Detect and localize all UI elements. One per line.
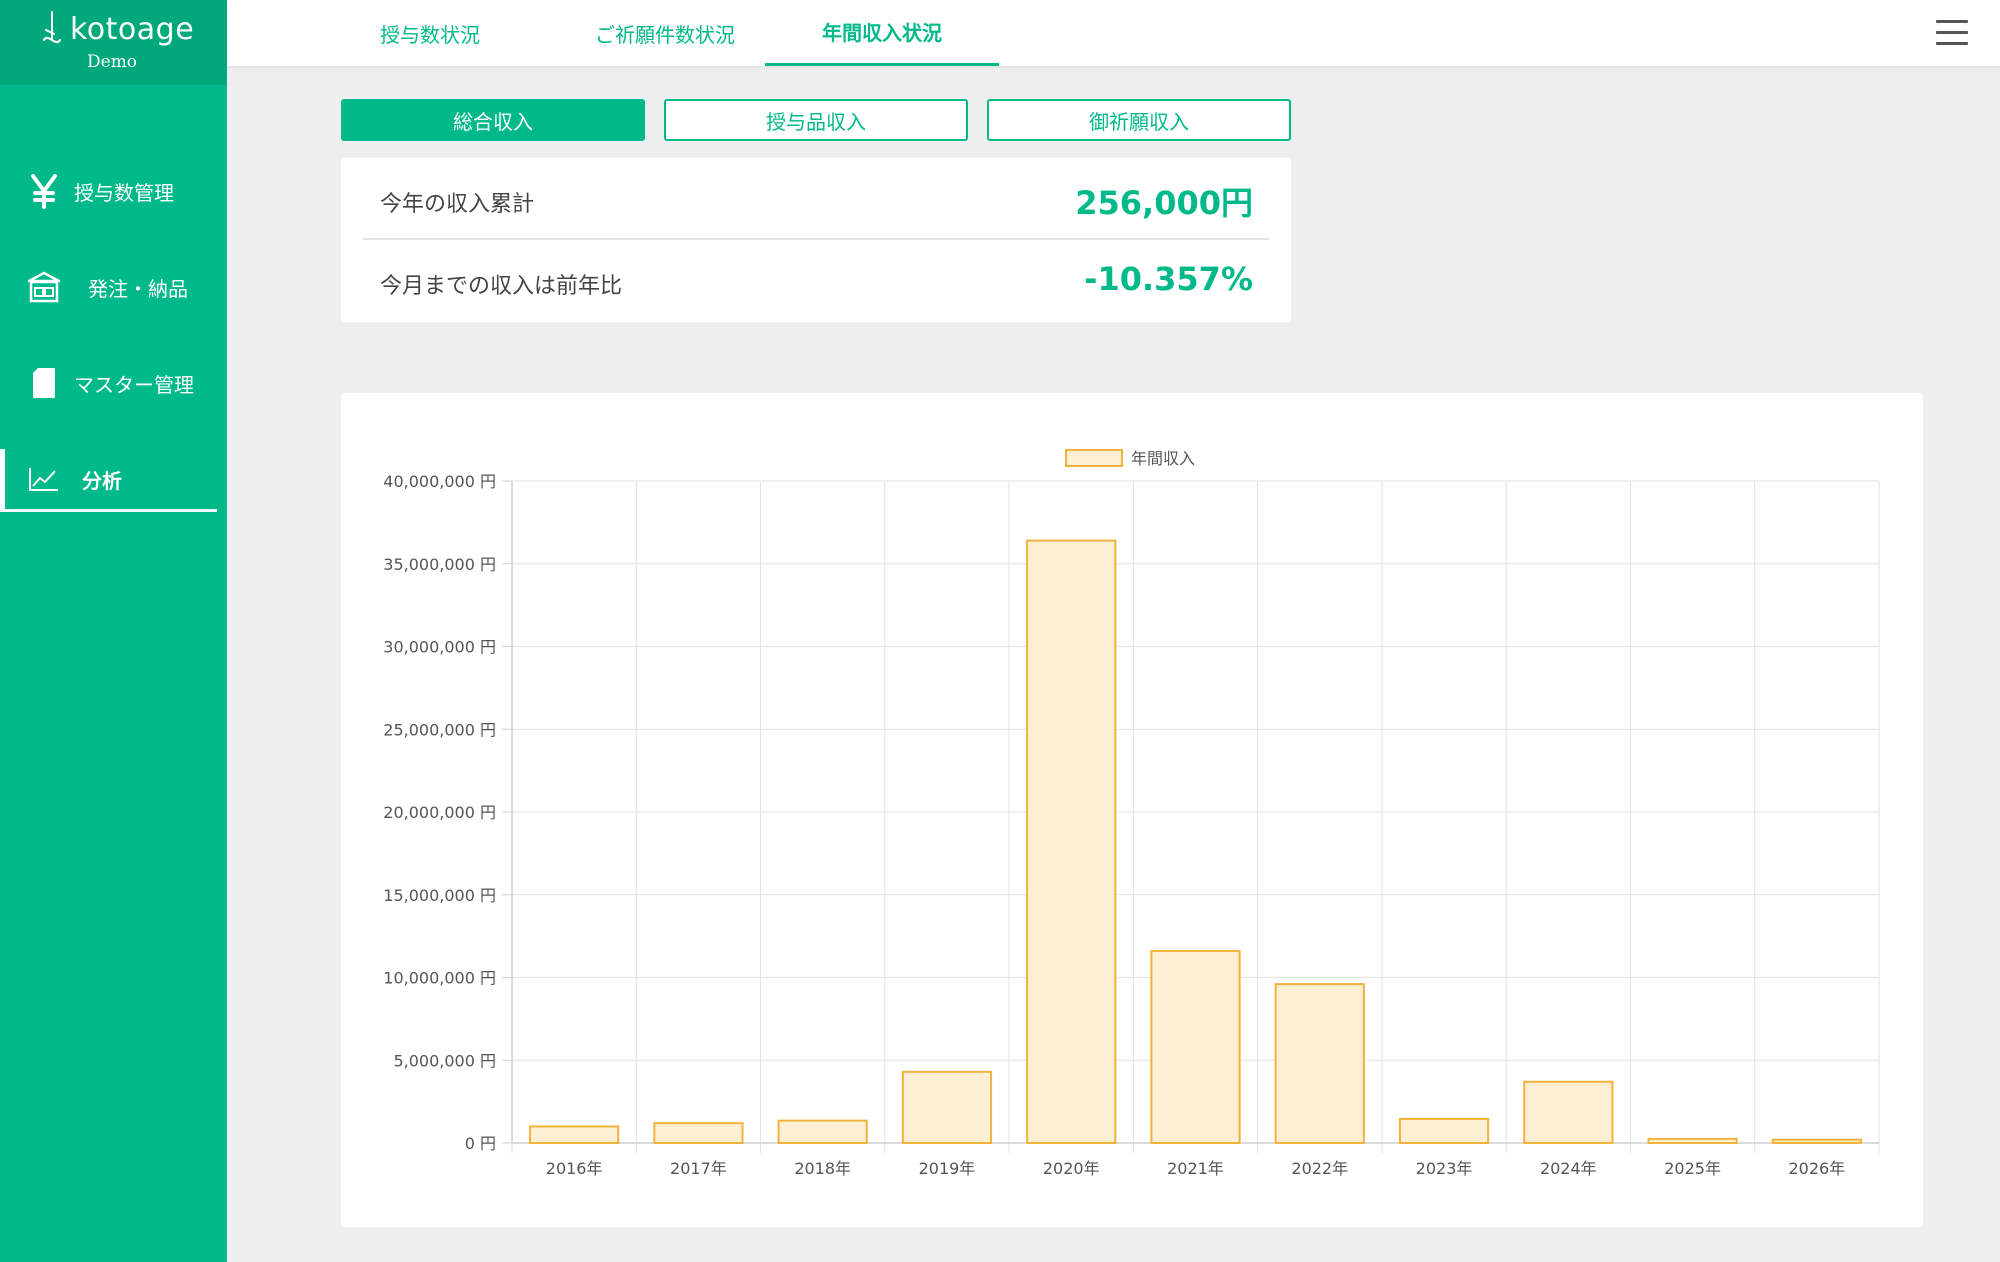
bar: [1647, 1137, 1738, 1144]
bar: [1274, 983, 1365, 1144]
tab-kigan-status[interactable]: ご祈願件数状況: [545, 0, 785, 66]
bar: [777, 1119, 868, 1144]
brand-sub: Demo: [87, 52, 138, 72]
y-tick-label: 5,000,000 円: [393, 1051, 496, 1070]
x-tick-label: 2018年: [794, 1159, 851, 1178]
sidebar-item-order[interactable]: 発注・納品: [0, 257, 212, 317]
annual-income-chart: 0 円 5,000,000 円 10,000,000 円 15,000,000 円 20…: [383, 449, 1880, 1178]
y-tick-label: 10,000,000 円: [383, 969, 496, 988]
brand-name: kotoage: [70, 12, 195, 47]
line-chart-icon: [24, 459, 64, 499]
x-tick-label: 2017年: [670, 1159, 727, 1178]
y-tick-label: 35,000,000 円: [383, 555, 496, 574]
sidebar: kotoage Demo 授与数管理 発注・納品 マスター管理 分析: [0, 0, 227, 1262]
store-icon: [24, 267, 64, 307]
subtab-juyohin-income[interactable]: 授与品収入: [664, 99, 968, 141]
y-tick-label: 15,000,000 円: [383, 886, 496, 905]
y-tick-label: 20,000,000 円: [383, 803, 496, 822]
x-tick-label: 2020年: [1043, 1159, 1100, 1178]
bar: [1398, 1118, 1490, 1145]
bar: [1523, 1080, 1614, 1145]
y-tick-label: 0 円: [465, 1134, 496, 1153]
subtab-total-income[interactable]: 総合収入: [341, 99, 645, 141]
subtab-gokigan-income[interactable]: 御祈願収入: [987, 99, 1291, 141]
bar: [1150, 950, 1241, 1145]
sidebar-item-master[interactable]: マスター管理: [0, 353, 212, 413]
yoy-value: -10.357%: [1084, 260, 1253, 298]
brand[interactable]: kotoage Demo: [0, 0, 227, 85]
x-tick-label: 2022年: [1291, 1159, 1348, 1178]
x-tick-label: 2025年: [1664, 1159, 1721, 1178]
bar: [529, 1125, 620, 1145]
legend-swatch: [1065, 449, 1123, 467]
sidebar-item-label: 分析: [82, 468, 122, 493]
y-tick-label: 30,000,000 円: [383, 638, 496, 657]
x-tick-label: 2021年: [1167, 1159, 1224, 1178]
menu-icon[interactable]: [1936, 20, 1968, 46]
tab-juyo-status[interactable]: 授与数状況: [335, 0, 525, 66]
bar: [1026, 539, 1117, 1144]
bar: [1771, 1138, 1862, 1145]
bar: [653, 1122, 744, 1145]
y-tick-label: 25,000,000 円: [383, 720, 496, 739]
sidebar-item-analysis[interactable]: 分析: [0, 449, 217, 512]
summary-card: 今年の収入累計 256,000円 今月までの収入は前年比 -10.357%: [341, 158, 1291, 322]
top-nav: 授与数状況 ご祈願件数状況 年間収入状況: [227, 0, 2000, 66]
logo-mark-icon: [43, 11, 61, 43]
sidebar-item-label: 発注・納品: [88, 276, 188, 301]
x-tick-label: 2023年: [1416, 1159, 1473, 1178]
document-icon: [24, 363, 64, 403]
sidebar-item-juyo[interactable]: 授与数管理: [0, 161, 212, 221]
x-tick-label: 2019年: [919, 1159, 976, 1178]
tab-annual-income[interactable]: 年間収入状況: [765, 0, 999, 66]
yen-icon: [24, 171, 64, 211]
summary-total-row: 今年の収入累計 256,000円: [363, 158, 1269, 238]
total-value: 256,000円: [1075, 184, 1253, 222]
x-tick-label: 2016年: [546, 1159, 603, 1178]
yoy-label: 今月までの収入は前年比: [380, 274, 623, 299]
x-tick-label: 2026年: [1788, 1159, 1845, 1178]
sidebar-item-label: 授与数管理: [74, 180, 174, 205]
y-tick-label: 40,000,000 円: [383, 472, 496, 491]
legend-label: 年間収入: [1131, 449, 1195, 468]
total-label: 今年の収入累計: [380, 192, 535, 217]
x-tick-label: 2024年: [1540, 1159, 1597, 1178]
bar: [901, 1070, 993, 1145]
summary-yoy-row: 今月までの収入は前年比 -10.357%: [363, 240, 1269, 320]
chart-card: 0 円 5,000,000 円 10,000,000 円 15,000,000 円 20…: [341, 393, 1923, 1227]
sidebar-item-label: マスター管理: [74, 372, 194, 397]
